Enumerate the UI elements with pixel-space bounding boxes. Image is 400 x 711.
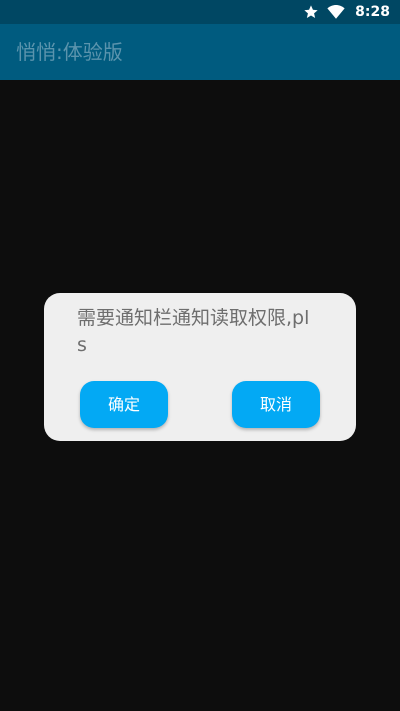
permission-dialog: 需要通知栏通知读取权限,pls 确定 取消: [44, 293, 356, 441]
status-icons: 8:28: [303, 3, 390, 21]
confirm-button[interactable]: 确定: [80, 381, 168, 428]
dialog-message: 需要通知栏通知读取权限,pls: [77, 307, 310, 356]
wifi-icon: [327, 4, 345, 20]
app-title: 悄悄:体验版: [16, 40, 123, 64]
status-bar: 8:28: [0, 0, 400, 24]
cancel-button[interactable]: 取消: [232, 381, 320, 428]
status-time: 8:28: [355, 4, 390, 20]
app-bar: 悄悄:体验版: [0, 24, 400, 80]
star-icon: [303, 4, 319, 20]
